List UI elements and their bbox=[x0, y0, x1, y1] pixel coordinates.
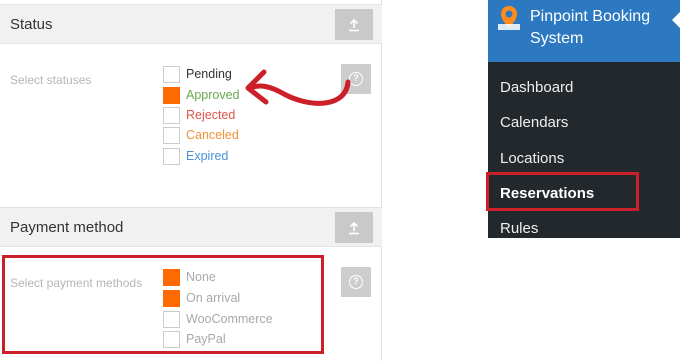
status-option-rejected[interactable]: Rejected bbox=[163, 106, 235, 124]
status-section-header[interactable]: Status bbox=[0, 4, 382, 44]
screenshot-canvas: Status Select statuses Pending Approved … bbox=[0, 0, 680, 361]
curved-arrow-icon bbox=[245, 69, 351, 106]
status-checkbox-rejected[interactable] bbox=[163, 106, 180, 124]
reservations-highlight-box bbox=[486, 172, 639, 211]
status-option-approved[interactable]: Approved bbox=[163, 86, 240, 104]
map-pin-logo-icon bbox=[498, 6, 520, 30]
status-option-expired[interactable]: Expired bbox=[163, 147, 228, 165]
status-option-pending[interactable]: Pending bbox=[163, 65, 232, 83]
status-checkbox-canceled[interactable] bbox=[163, 126, 180, 144]
status-checkbox-expired[interactable] bbox=[163, 147, 180, 165]
arrow-up-icon bbox=[349, 221, 359, 234]
sidebar-item-rules[interactable]: Rules bbox=[500, 220, 538, 237]
payment-help-button[interactable]: ? bbox=[341, 267, 371, 297]
sidebar-item-calendars[interactable]: Calendars bbox=[500, 114, 568, 131]
sidebar-item-locations[interactable]: Locations bbox=[500, 150, 564, 167]
status-collapse-button[interactable] bbox=[335, 9, 373, 40]
active-menu-pointer bbox=[672, 12, 680, 28]
payment-highlight-box bbox=[2, 255, 324, 354]
payment-section-title: Payment method bbox=[10, 219, 124, 236]
status-field-label: Select statuses bbox=[10, 73, 92, 87]
status-checkbox-approved[interactable] bbox=[163, 86, 180, 104]
status-option-label: Pending bbox=[186, 67, 232, 81]
status-section-title: Status bbox=[10, 16, 53, 33]
arrow-up-icon bbox=[349, 18, 359, 31]
status-option-label: Canceled bbox=[186, 128, 239, 142]
sidebar-item-dashboard[interactable]: Dashboard bbox=[500, 79, 573, 96]
status-option-label: Approved bbox=[186, 88, 240, 102]
payment-section-header[interactable]: Payment method bbox=[0, 207, 382, 247]
payment-collapse-button[interactable] bbox=[335, 212, 373, 243]
status-option-label: Expired bbox=[186, 149, 229, 163]
status-option-canceled[interactable]: Canceled bbox=[163, 126, 239, 144]
status-option-label: Rejected bbox=[186, 108, 236, 122]
question-circle-icon: ? bbox=[349, 275, 363, 289]
plugin-menu-header[interactable]: Pinpoint Booking System bbox=[488, 0, 680, 62]
status-checkbox-pending[interactable] bbox=[163, 65, 180, 83]
plugin-title: Pinpoint Booking System bbox=[530, 8, 651, 47]
